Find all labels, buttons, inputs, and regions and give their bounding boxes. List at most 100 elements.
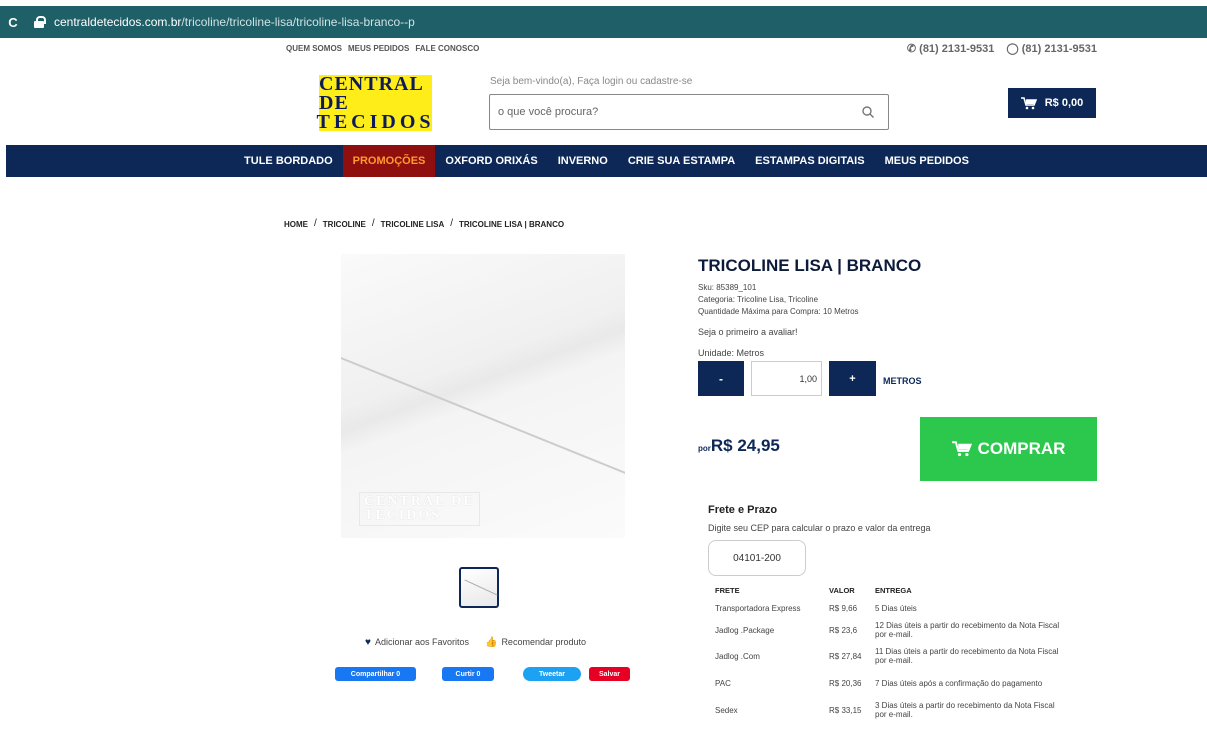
- increase-qty-button[interactable]: +: [829, 361, 876, 396]
- table-row: Sedex R$ 33,15 3 Dias úteis a partir do …: [711, 697, 1071, 723]
- breadcrumb-separator: /: [450, 218, 454, 229]
- table-row: PAC R$ 20,36 7 Dias úteis após a confirm…: [711, 669, 1071, 697]
- heart-icon: ♥: [365, 637, 371, 648]
- shipping-price: R$ 33,15: [829, 705, 862, 715]
- shipping-subtitle: Digite seu CEP para calcular o prazo e v…: [708, 523, 931, 533]
- cep-input[interactable]: 04101-200: [708, 540, 806, 576]
- price-value: R$ 24,95: [710, 436, 780, 455]
- url-text[interactable]: centraldetecidos.com.br/tricoline/tricol…: [54, 15, 415, 29]
- shipping-price: R$ 9,66: [829, 603, 858, 613]
- cart-total: R$ 0,00: [1044, 97, 1084, 109]
- main-nav: TULE BORDADO PROMOÇÕES OXFORD ORIXÁS INV…: [6, 145, 1207, 177]
- unit-label: Unidade: Metros: [698, 348, 765, 358]
- thumbs-up-icon: 👍: [484, 637, 498, 648]
- column-header-valor: VALOR: [829, 586, 855, 595]
- top-link-fale-conosco[interactable]: FALE CONOSCO: [415, 44, 479, 53]
- favorite-link[interactable]: ♥ Adicionar aos Favoritos: [365, 637, 469, 648]
- shipping-price: R$ 23,6: [829, 625, 858, 635]
- phone-number: (81) 2131-9531: [919, 43, 995, 55]
- shipping-header-row: FRETE VALOR ENTREGA: [711, 586, 1071, 599]
- lock-icon: [34, 16, 46, 28]
- product-actions: ♥ Adicionar aos Favoritos 👍 Recomendar pro…: [365, 637, 586, 648]
- product-meta: Sku: 85389_101 Categoria: Tricoline Lisa…: [698, 282, 859, 318]
- price-prefix: por: [698, 444, 711, 453]
- quantity-unit: METROS: [883, 376, 922, 386]
- nav-estampas-digitais[interactable]: ESTAMPAS DIGITAIS: [745, 145, 874, 177]
- twitter-button[interactable]: Tweetar: [523, 667, 581, 681]
- product-image[interactable]: CENTRAL DE TECIDOS: [341, 254, 625, 538]
- shipping-title: Frete e Prazo: [708, 504, 778, 516]
- search-input[interactable]: o que você procura?: [489, 94, 889, 130]
- top-link-meus-pedidos[interactable]: MEUS PEDIDOS: [348, 44, 409, 53]
- whatsapp-number: (81) 2131-9531: [1021, 43, 1097, 55]
- breadcrumb-home[interactable]: HOME: [284, 220, 308, 229]
- shipping-method: Sedex: [715, 705, 738, 715]
- nav-oxford-orixas[interactable]: OXFORD ORIXÁS: [435, 145, 547, 177]
- facebook-like-button[interactable]: Curtir 0: [442, 667, 494, 681]
- favorite-label: Adicionar aos Favoritos: [374, 637, 469, 647]
- shipping-delivery: 11 Dias úteis a partir do recebimento da…: [875, 647, 1059, 665]
- nav-crie-sua-estampa[interactable]: CRIE SUA ESTAMPA: [618, 145, 745, 177]
- cart-icon: [1020, 96, 1037, 109]
- reload-icon[interactable]: C: [0, 15, 26, 30]
- table-row: Jadlog .Package R$ 23,6 12 Dias úteis a …: [711, 617, 1071, 643]
- table-row: Jadlog .Com R$ 27,84 11 Dias úteis a par…: [711, 643, 1071, 669]
- decrease-qty-button[interactable]: -: [698, 361, 744, 396]
- logo-line1: CENTRAL DE: [319, 72, 423, 114]
- shipping-delivery: 3 Dias úteis a partir do recebimento da …: [875, 701, 1055, 719]
- shipping-delivery: 7 Dias úteis após a confirmação do pagam…: [875, 678, 1043, 688]
- nav-meus-pedidos[interactable]: MEUS PEDIDOS: [875, 145, 979, 177]
- watermark-line1: CENTRAL DE: [364, 494, 475, 509]
- logo-line2: TECIDOS: [316, 110, 435, 133]
- shipping-method: Jadlog .Com: [715, 651, 760, 661]
- pinterest-button[interactable]: Salvar: [589, 667, 630, 681]
- image-watermark: CENTRAL DE TECIDOS: [359, 492, 480, 526]
- top-links: QUEM SOMOS MEUS PEDIDOS FALE CONOSCO: [286, 44, 479, 53]
- search-icon[interactable]: [862, 106, 874, 118]
- phone-icon: ✆: [906, 43, 917, 55]
- quantity-input[interactable]: 1,00: [751, 361, 822, 396]
- product-title: TRICOLINE LISA | BRANCO: [698, 256, 922, 275]
- shipping-table: FRETE VALOR ENTREGA Transportadora Expre…: [711, 586, 1071, 723]
- whatsapp-item: ◯ (81) 2131-9531: [1006, 42, 1097, 55]
- whatsapp-icon: ◯: [1006, 43, 1019, 55]
- nav-tule-bordado[interactable]: TULE BORDADO: [234, 145, 343, 177]
- buy-button[interactable]: COMPRAR: [920, 417, 1097, 481]
- search-placeholder: o que você procura?: [498, 106, 599, 118]
- watermark-line2: TECIDOS: [364, 508, 442, 523]
- shipping-delivery: 5 Dias úteis: [875, 603, 917, 613]
- shipping-price: R$ 27,84: [829, 651, 862, 661]
- nav-promocoes[interactable]: PROMOÇÕES: [342, 145, 436, 177]
- recommend-link[interactable]: 👍 Recomendar produto: [485, 637, 586, 648]
- product-thumbnail[interactable]: [459, 567, 499, 608]
- nav-inverno[interactable]: INVERNO: [548, 145, 618, 177]
- site-logo[interactable]: CENTRAL DE TECIDOS: [316, 72, 435, 133]
- recommend-label: Recomendar produto: [501, 637, 586, 647]
- welcome-text[interactable]: Seja bem-vindo(a), Faça login ou cadastr…: [490, 76, 692, 87]
- cart-icon: [951, 441, 972, 457]
- cart-button[interactable]: R$ 0,00: [1008, 88, 1096, 118]
- breadcrumb-tricoline-lisa[interactable]: TRICOLINE LISA: [381, 220, 445, 229]
- facebook-like-label: Curtir 0: [455, 670, 481, 678]
- browser-url-bar[interactable]: C centraldetecidos.com.br/tricoline/tric…: [0, 6, 1207, 38]
- shipping-method: PAC: [715, 678, 731, 688]
- phones: ✆ (81) 2131-9531 ◯ (81) 2131-9531: [907, 42, 1097, 55]
- top-link-quem-somos[interactable]: QUEM SOMOS: [286, 44, 342, 53]
- rating-link[interactable]: Seja o primeiro a avaliar!: [698, 327, 798, 337]
- product-sku: Sku: 85389_101: [698, 283, 757, 292]
- product-category: Categoria: Tricoline Lisa, Tricoline: [698, 295, 819, 304]
- breadcrumb-separator: /: [314, 218, 317, 229]
- breadcrumb-separator: /: [371, 218, 375, 229]
- facebook-share-button[interactable]: Compartilhar 0: [335, 667, 416, 681]
- shipping-price: R$ 20,36: [829, 678, 862, 688]
- top-bar: QUEM SOMOS MEUS PEDIDOS FALE CONOSCO ✆ (…: [0, 42, 1207, 58]
- facebook-share-label: Compartilhar 0: [350, 670, 401, 678]
- pinterest-label: Salvar: [598, 670, 621, 678]
- column-header-entrega: ENTREGA: [875, 586, 912, 595]
- shipping-method: Transportadora Express: [715, 603, 801, 613]
- buy-label: COMPRAR: [977, 439, 1066, 458]
- breadcrumb-current: TRICOLINE LISA | BRANCO: [459, 220, 565, 229]
- twitter-label: Tweetar: [539, 670, 565, 678]
- phone-item: ✆ (81) 2131-9531: [907, 42, 995, 55]
- breadcrumb-tricoline[interactable]: TRICOLINE: [323, 220, 366, 229]
